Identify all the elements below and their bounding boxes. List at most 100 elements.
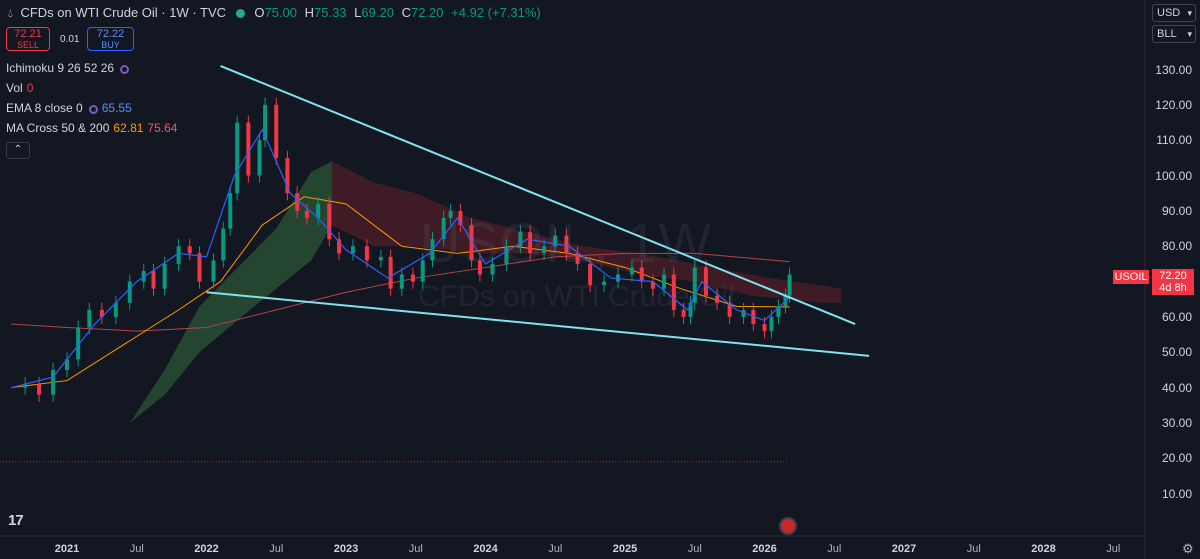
candle-body [378, 256, 383, 261]
candle-body [235, 122, 240, 194]
time-tick-label: Jul [1106, 543, 1121, 555]
watermark-symbol: USOIL, 1W [420, 211, 713, 274]
gear-icon[interactable]: ⚙ [1182, 541, 1194, 557]
candle-body [211, 260, 216, 282]
watermark-description: CFDs on WTI Crude Oil [418, 280, 735, 313]
time-tick-label: 2021 [54, 543, 80, 555]
time-tick-label: Jul [408, 543, 423, 555]
symbol-title[interactable]: CFDs on WTI Crude Oil · 1W · TVC [20, 5, 226, 20]
candle-body [327, 203, 332, 240]
indicator-ema[interactable]: EMA 8 close 0 65.55 [6, 101, 132, 115]
price-tick-label: 40.00 [1161, 380, 1192, 395]
time-tick-label: 2026 [752, 543, 777, 555]
currency-select[interactable]: USD ▾ [1152, 4, 1196, 22]
tradingview-logo-icon[interactable]: 17 [8, 512, 24, 529]
time-tick-label: 2024 [473, 543, 498, 555]
candle-body [187, 246, 192, 254]
candle-body [787, 274, 792, 296]
ohlc-readout: O75.00 H75.33 L69.20 C72.20 +4.92 (+7.31… [254, 5, 541, 20]
high-value: 75.33 [314, 5, 347, 20]
indicator-name: Ichimoku 9 26 52 26 [6, 61, 115, 75]
collapse-indicators-button[interactable]: ⌃ [6, 142, 30, 159]
time-tick-label: Jul [966, 543, 981, 555]
candle-body [246, 122, 251, 176]
sell-button[interactable]: 72.21 SELL [6, 27, 50, 51]
indicator-ichimoku[interactable]: Ichimoku 9 26 52 26 [6, 61, 130, 75]
chevron-up-icon: ⌃ [13, 144, 23, 155]
chevron-down-icon: ▾ [1187, 29, 1192, 39]
sell-price: 72.21 [14, 28, 42, 40]
currency-value: USD [1157, 7, 1181, 19]
candle-body [388, 256, 393, 289]
candle-body [274, 104, 279, 158]
indicator-volume[interactable]: Vol 0 [6, 81, 33, 95]
us-flag-event-icon[interactable] [779, 517, 797, 535]
price-tick-label: 20.00 [1161, 451, 1192, 466]
candle-body [769, 316, 774, 332]
candle-body [295, 193, 300, 211]
time-tick-label: 2028 [1031, 543, 1056, 555]
candle-body [399, 274, 404, 289]
time-tick-label: 2022 [194, 543, 219, 555]
last-price: 72.20 [1159, 270, 1187, 282]
candle-body [162, 263, 167, 289]
loading-icon [120, 65, 130, 74]
candle-body [87, 309, 92, 328]
time-tick-label: Jul [687, 543, 702, 555]
price-tick-label: 90.00 [1161, 203, 1192, 218]
symbol-price-tag: USOIL [1113, 270, 1149, 284]
spread-value: 0.01 [60, 34, 80, 45]
candle-body [410, 274, 415, 282]
unit-value: BLL [1157, 28, 1177, 40]
candle-body [37, 384, 42, 395]
last-price-tag: 72.20 4d 8h [1152, 269, 1194, 295]
price-tick-label: 110.00 [1156, 133, 1192, 148]
candle-body [51, 369, 56, 395]
buy-label: BUY [101, 40, 120, 50]
candle-body [228, 193, 233, 229]
candle-body [197, 253, 202, 282]
open-value: 75.00 [264, 5, 297, 20]
volume-value: 0 [26, 81, 34, 95]
buy-button[interactable]: 72.22 BUY [87, 27, 134, 51]
time-tick-label: Jul [548, 543, 563, 555]
price-tick-label: 30.00 [1161, 416, 1192, 430]
droplet-icon: 💧︎ [8, 6, 13, 20]
bar-countdown: 4d 8h [1159, 282, 1187, 294]
candle-body [127, 281, 132, 303]
indicator-ma-cross[interactable]: MA Cross 50 & 200 62.81 75.64 [6, 121, 177, 135]
time-tick-label: Jul [269, 543, 284, 555]
price-tick-label: 130.00 [1155, 62, 1192, 77]
candle-body [350, 246, 355, 254]
chart-header: 💧︎ CFDs on WTI Crude Oil · 1W · TVC O75.… [8, 5, 541, 21]
time-tick-label: 2023 [333, 543, 359, 555]
ema-value: 65.55 [101, 101, 132, 115]
candle-body [304, 210, 309, 218]
price-tick-label: 60.00 [1161, 309, 1192, 324]
candle-body [257, 140, 262, 176]
loading-icon [88, 105, 98, 114]
close-value: 72.20 [410, 5, 444, 20]
time-tick-label: Jul [129, 543, 144, 555]
candle-body [221, 228, 226, 261]
price-tick-label: 120.00 [1155, 97, 1192, 112]
sell-label: SELL [16, 40, 40, 50]
change-value: +4.92 (+7.31%) [451, 5, 541, 20]
ma50-value: 62.81 [113, 121, 144, 135]
time-tick-label: 2025 [612, 543, 638, 555]
chevron-down-icon: ▾ [1187, 8, 1192, 18]
candle-body [364, 246, 369, 261]
indicator-name: EMA 8 close 0 [6, 101, 83, 115]
low-value: 69.20 [361, 5, 394, 20]
candle-body [151, 270, 156, 289]
price-tick-label: 100.00 [1155, 168, 1192, 183]
ma200-value: 75.64 [147, 121, 178, 135]
market-status-icon [235, 9, 245, 18]
candle-body [176, 246, 181, 264]
price-tick-label: 80.00 [1161, 239, 1192, 254]
candle-body [316, 203, 321, 218]
indicator-name: MA Cross 50 & 200 [6, 121, 110, 135]
unit-select[interactable]: BLL ▾ [1152, 25, 1196, 43]
candle-body [762, 324, 767, 332]
price-tick-label: 50.00 [1161, 345, 1192, 360]
